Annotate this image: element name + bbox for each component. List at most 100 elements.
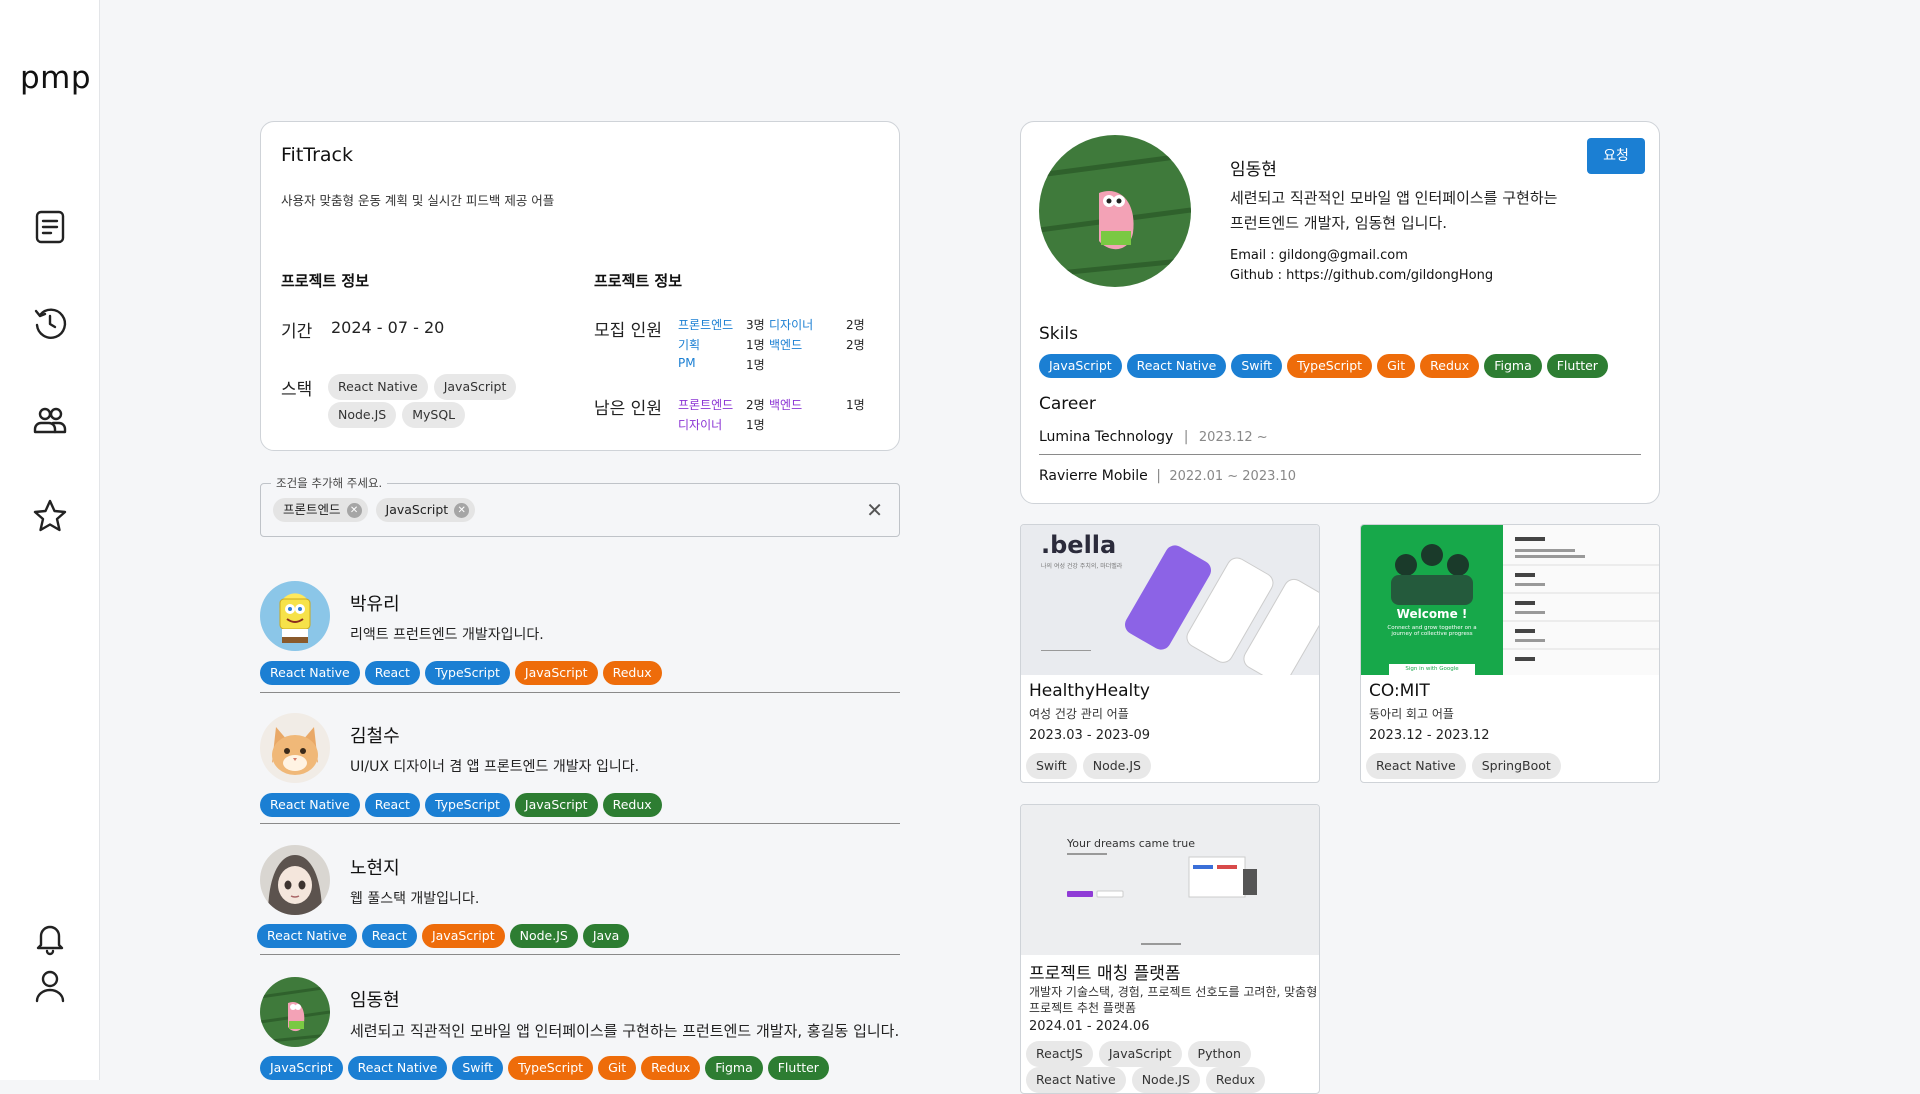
thumbnail-list-panel (1503, 525, 1659, 675)
chip-remove-icon[interactable]: ✕ (454, 502, 470, 518)
recruit-role: PM (678, 356, 696, 370)
filter-chip[interactable]: 프론트엔드 ✕ (273, 498, 368, 522)
list-preview-illustration (1503, 537, 1659, 661)
user-icon[interactable] (30, 966, 70, 1006)
platform-preview-illustration (1067, 853, 1257, 945)
project-card-date: 2023.03 - 2023-09 (1029, 728, 1151, 743)
member-tags: JavaScript React Native Swift TypeScript Git… (260, 1056, 834, 1080)
project-card-subtitle: 동아리 회고 어플 (1369, 707, 1454, 721)
career-separator: | (1183, 429, 1189, 445)
stack-tags: React Native JavaScript (328, 374, 522, 400)
project-card-date: 2023.12 - 2023.12 (1369, 728, 1490, 743)
member-description: 세련되고 직관적인 모바일 앱 인터페이스를 구현하는 프런트엔드 개발자, 홍… (350, 1022, 900, 1040)
project-card-title: CO:MIT (1369, 681, 1430, 701)
period-value: 2024 - 07 - 20 (331, 318, 445, 337)
project-card-date: 2024.01 - 2024.06 (1029, 1019, 1150, 1034)
project-card-tags-row2: React Native Node.JS Redux (1026, 1067, 1271, 1093)
career-period: 2022.01 ~ 2023.10 (1169, 469, 1297, 484)
recruit-label: 모집 인원 (594, 321, 662, 341)
stack-tag: React Native (328, 374, 428, 400)
career-label: Career (1039, 394, 1096, 414)
project-card-title: 프로젝트 매칭 플랫폼 (1029, 964, 1181, 984)
profile-name: 임동현 (1230, 160, 1277, 180)
star-icon[interactable] (30, 496, 70, 536)
project-card[interactable]: Your dreams came true 프로젝트 매칭 플랫폼 개발자 기술… (1020, 804, 1320, 1094)
list-item[interactable]: 김철수 UI/UX 디자이너 겸 앱 프론트엔드 개발자 입니다. React … (260, 710, 900, 825)
project-description: 사용자 맞춤형 운동 계획 및 실시간 피드백 제공 어플 (281, 193, 555, 208)
skill-tag: JavaScript (1039, 354, 1122, 378)
stack-tags-row2: Node.JS MySQL (328, 402, 471, 428)
skill-tag: TypeScript (508, 1056, 594, 1080)
skill-tag: Redux (602, 793, 662, 817)
recruit-count: 2명 (846, 338, 865, 352)
member-tags: React Native React TypeScript JavaScript Red… (260, 661, 667, 685)
divider (260, 823, 900, 824)
people-icon[interactable] (30, 400, 70, 440)
profile-avatar (1039, 135, 1191, 287)
profile-bio-line1: 세련되고 직관적인 모바일 앱 인터페이스를 구현하는 (1230, 189, 1558, 207)
skill-tag: JavaScript (514, 661, 598, 685)
project-card[interactable]: .bella 나의 여성 건강 주치의, 마더벨라 HealthyHealty … (1020, 524, 1320, 783)
stack-tag: Node.JS (328, 402, 397, 428)
thumb-welcome: Welcome ! (1396, 607, 1468, 621)
divider (260, 954, 900, 955)
member-name: 김철수 (350, 726, 400, 747)
request-button[interactable]: 요청 (1587, 138, 1645, 174)
phones-illustration (1041, 545, 1319, 675)
divider (1039, 454, 1641, 455)
stack-tag: MySQL (402, 402, 466, 428)
project-card[interactable]: Welcome ! Connect and grow together on a… (1360, 524, 1660, 783)
filter-field[interactable]: 조건을 추가해 주세요. 프론트엔드 ✕ JavaScript ✕ ✕ (260, 475, 900, 537)
profile-card: 임동현 요청 세련되고 직관적인 모바일 앱 인터페이스를 구현하는 프런트엔드… (1020, 121, 1660, 504)
project-title: FitTrack (281, 144, 353, 166)
avatar (260, 845, 330, 915)
recruit-count: 3명 (746, 318, 765, 332)
recruit-count: 1명 (746, 338, 765, 352)
project-card-tags: Swift Node.JS (1026, 753, 1157, 779)
remaining-count: 2명 (746, 398, 765, 412)
avatar (260, 581, 330, 651)
bell-icon[interactable] (30, 918, 70, 958)
stack-tag: Node.JS (1082, 753, 1151, 779)
list-item[interactable]: 박유리 리액트 프런트엔드 개발자입니다. React Native React T… (260, 578, 900, 693)
stack-tag: JavaScript (433, 374, 517, 400)
recruit-count: 1명 (746, 358, 765, 372)
profile-github[interactable]: Github : https://github.com/gildongHong (1230, 268, 1493, 283)
list-item[interactable]: 노현지 웹 풀스택 개발입니다. React Native React JavaSc… (257, 842, 900, 957)
stack-label: 스택 (281, 380, 313, 400)
project-card-tags: React Native SpringBoot (1366, 753, 1567, 779)
remaining-count: 1명 (846, 398, 865, 412)
list-item[interactable]: 임동현 세련되고 직관적인 모바일 앱 인터페이스를 구현하는 프런트엔드 개발… (260, 974, 960, 1080)
divider (260, 692, 900, 693)
skill-tag: React Native (257, 924, 357, 948)
stack-tag: Python (1187, 1041, 1251, 1067)
avatar (260, 977, 330, 1047)
group-illustration (1391, 544, 1473, 605)
profile-email: Email : gildong@gmail.com (1230, 248, 1408, 263)
project-thumbnail: Your dreams came true (1021, 805, 1319, 955)
skill-tag: Figma (705, 1056, 763, 1080)
skill-tag: TypeScript (424, 661, 510, 685)
remaining-role: 디자이너 (678, 418, 723, 432)
skill-tag: JavaScript (514, 793, 598, 817)
filter-chip[interactable]: JavaScript ✕ (375, 498, 476, 522)
filter-chip-label: JavaScript (385, 502, 449, 517)
skill-tag: Swift (1231, 354, 1283, 378)
app-logo[interactable]: pmp (20, 60, 91, 96)
chip-remove-icon[interactable]: ✕ (346, 502, 362, 518)
career-period: 2023.12 ~ (1198, 430, 1268, 445)
history-icon[interactable] (30, 303, 70, 343)
skill-tag: React (364, 661, 420, 685)
clear-filter-icon[interactable]: ✕ (866, 498, 883, 522)
skill-tag: Swift (452, 1056, 504, 1080)
career-company: Ravierre Mobile (1039, 468, 1148, 484)
document-icon[interactable] (30, 207, 70, 247)
member-tags: React Native React TypeScript JavaScript Red… (260, 793, 667, 817)
project-thumbnail: Welcome ! Connect and grow together on a… (1361, 525, 1503, 675)
skill-tag: Redux (641, 1056, 701, 1080)
avatar (260, 713, 330, 783)
profile-skill-tags: JavaScript React Native Swift TypeScript Git… (1039, 354, 1613, 378)
recruit-role: 백엔드 (769, 338, 803, 352)
filter-chip-label: 프론트엔드 (283, 502, 341, 517)
skill-tag: Java (582, 924, 630, 948)
